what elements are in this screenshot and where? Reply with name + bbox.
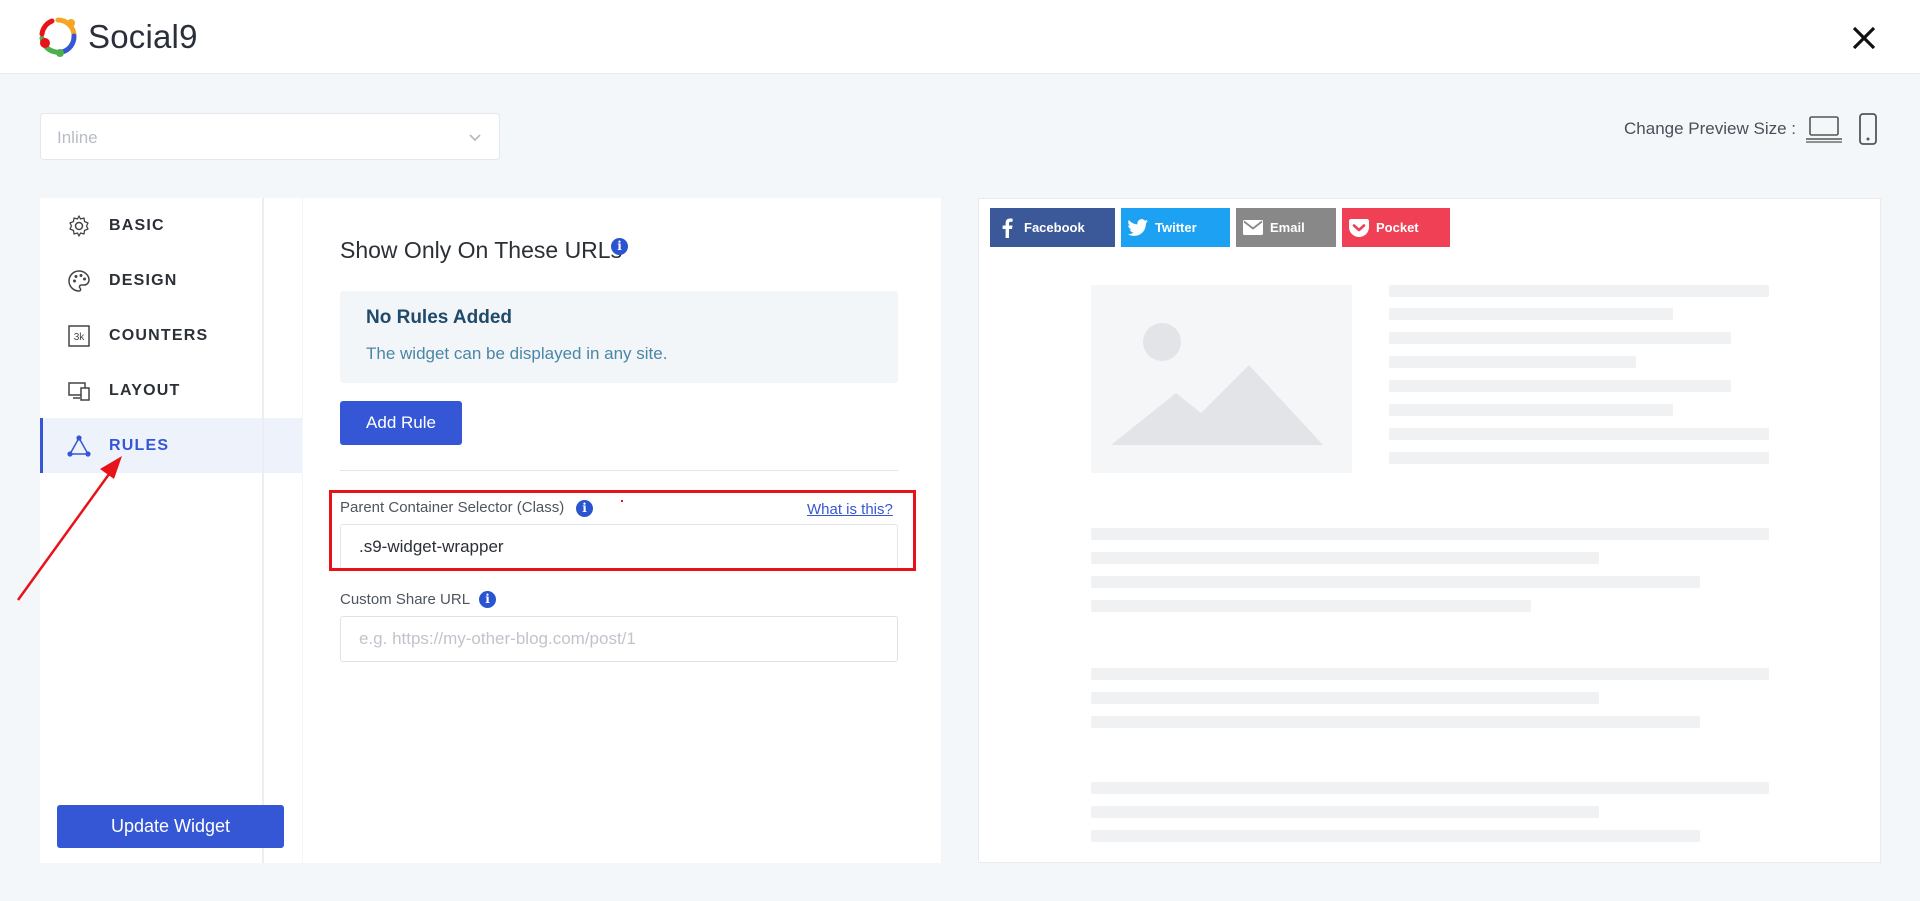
skeleton-line — [1389, 332, 1731, 344]
no-rules-text: The widget can be displayed in any site. — [366, 344, 668, 363]
skeleton-line — [1389, 356, 1636, 368]
chevron-down-icon — [469, 134, 481, 142]
brand-name: Social9 — [88, 18, 198, 55]
share-button-facebook[interactable]: Facebook — [990, 208, 1115, 247]
preview-size-label: Change Preview Size : — [1624, 119, 1796, 138]
skeleton-line — [1091, 576, 1700, 588]
sidebar-item-label: COUNTERS — [109, 326, 209, 344]
devices-icon — [66, 378, 92, 404]
close-icon[interactable] — [1848, 22, 1880, 54]
skeleton-line — [1091, 528, 1769, 540]
sidebar-item-label: LAYOUT — [109, 381, 181, 399]
mobile-preview-icon[interactable] — [1850, 113, 1886, 145]
preview-size-controls: Change Preview Size : — [1624, 113, 1886, 145]
share-button-pocket[interactable]: Pocket — [1342, 208, 1450, 247]
image-placeholder-icon — [1111, 323, 1323, 445]
skeleton-line — [1091, 806, 1599, 818]
skeleton-line — [1389, 452, 1769, 464]
share-button-twitter[interactable]: Twitter — [1121, 208, 1230, 247]
share-button-label: Pocket — [1376, 220, 1419, 235]
sidebar-item-label: DESIGN — [109, 271, 178, 289]
facebook-icon — [990, 218, 1024, 238]
section-title: Show Only On These URLs — [340, 237, 623, 263]
skeleton-line — [1091, 668, 1769, 680]
no-rules-title: No Rules Added — [366, 307, 513, 328]
counter-icon-text: 3k — [74, 332, 86, 343]
counter-3k-icon: 3k — [66, 323, 92, 349]
sidebar-item-label: RULES — [109, 436, 170, 454]
skeleton-line — [1389, 428, 1769, 440]
skeleton-line — [1091, 716, 1700, 728]
share-button-label: Twitter — [1155, 220, 1197, 235]
share-button-label: Email — [1270, 220, 1305, 235]
pocket-icon — [1342, 218, 1376, 237]
info-icon[interactable]: i — [479, 591, 496, 608]
custom-share-url-input[interactable] — [340, 616, 898, 662]
skeleton-line — [1091, 692, 1599, 704]
update-widget-button[interactable]: Update Widget — [57, 805, 284, 848]
skeleton-line — [1389, 285, 1769, 297]
share-button-label: Facebook — [1024, 220, 1085, 235]
layout-type-select[interactable]: Inline — [40, 113, 500, 160]
layout-select-value: Inline — [57, 128, 98, 147]
image-placeholder — [1091, 285, 1352, 473]
add-rule-button[interactable]: Add Rule — [340, 401, 462, 445]
email-icon — [1236, 220, 1270, 235]
no-rules-notice: No Rules Added The widget can be display… — [340, 291, 898, 383]
skeleton-line — [1091, 782, 1769, 794]
sidebar-item-label: BASIC — [109, 216, 165, 234]
social9-logo-icon — [39, 17, 77, 57]
sidebar-divider — [262, 198, 264, 863]
app-header: Social9 — [0, 0, 1920, 74]
skeleton-line — [1091, 552, 1599, 564]
skeleton-line — [1389, 404, 1673, 416]
annotation-highlight-box — [329, 490, 916, 571]
skeleton-line — [1389, 380, 1731, 392]
custom-url-label: Custom Share URL — [340, 591, 471, 608]
gear-icon — [66, 213, 92, 239]
divider — [340, 470, 898, 471]
twitter-icon — [1121, 219, 1155, 236]
info-icon[interactable]: i — [611, 238, 628, 255]
skeleton-line — [1091, 830, 1700, 842]
palette-icon — [66, 268, 92, 294]
rules-triangle-icon — [66, 433, 92, 459]
share-button-email[interactable]: Email — [1236, 208, 1336, 247]
skeleton-line — [1091, 600, 1531, 612]
skeleton-line — [1389, 308, 1673, 320]
desktop-preview-icon[interactable] — [1806, 113, 1842, 145]
